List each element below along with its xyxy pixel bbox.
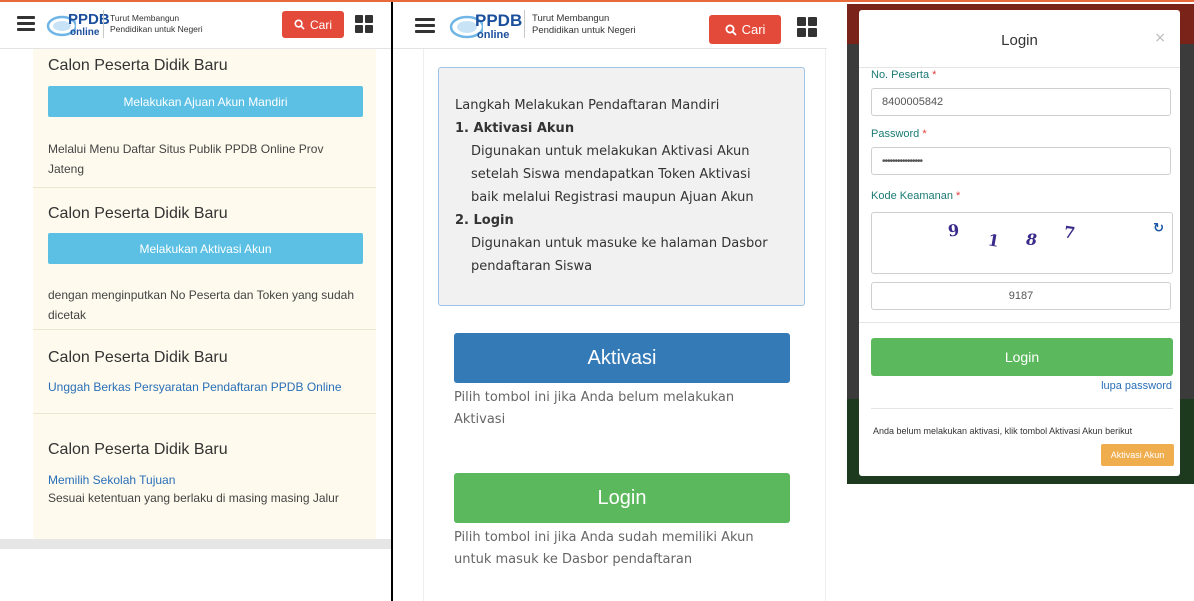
info-step2-text: pendaftaran Siswa [471, 259, 593, 274]
search-button-label: Cari [741, 22, 766, 37]
tagline-line2: Pendidikan untuk Negeri [110, 23, 203, 34]
captcha-image: 9 1 8 7 ↻ [871, 212, 1173, 274]
header-divider [103, 10, 104, 38]
aktivasi-hint-line2: Aktivasi [454, 412, 506, 427]
hamburger-icon[interactable] [415, 18, 435, 33]
step-card-title: Calon Peserta Didik Baru [48, 349, 228, 366]
step-card-text: Melalui Menu Daftar Situs Publik PPDB On… [48, 142, 324, 176]
header-tagline: Turut Membangun Pendidikan untuk Negeri [110, 13, 203, 34]
step-card-text: dengan menginputkan No Peserta dan Token… [48, 288, 355, 322]
step-card: Calon Peserta Didik Baru Memilih Sekolah… [33, 413, 376, 539]
info-step2-title: 2. Login [455, 213, 514, 228]
modal-divider [871, 408, 1173, 409]
step-card-title: Calon Peserta Didik Baru [48, 57, 228, 74]
aktivasi-hint: Pilih tombol ini jika Anda belum melakuk… [454, 387, 784, 431]
password-input[interactable]: •••••••••••••••• [871, 147, 1171, 175]
modal-login-button[interactable]: Login [871, 338, 1173, 376]
search-button[interactable]: Cari [709, 15, 781, 44]
login-modal: Login × No. Peserta * 8400005842 Passwor… [859, 10, 1180, 476]
close-icon[interactable]: × [1154, 30, 1166, 46]
grid-icon[interactable] [355, 15, 373, 33]
captcha-digit: 1 [986, 230, 1001, 251]
magnifier-icon [725, 24, 737, 36]
modal-header-divider [859, 67, 1180, 68]
memilih-sekolah-link[interactable]: Memilih Sekolah Tujuan [48, 473, 175, 487]
password-label: Password * [871, 128, 927, 140]
search-button-label: Cari [309, 17, 332, 32]
info-step2-text: Digunakan untuk masuke ke halaman Dasbor [471, 236, 768, 251]
aktivasi-akun-button[interactable]: Aktivasi Akun [1101, 444, 1174, 466]
header-divider [524, 10, 525, 38]
grid-icon[interactable] [797, 17, 817, 37]
step-card-text: Sesuai ketentuan yang berlaku di masing … [48, 491, 339, 505]
info-step1-text: baik melalui Registrasi maupun Ajuan Aku… [471, 190, 754, 205]
aktivasi-hint-line1: Pilih tombol ini jika Anda belum melakuk… [454, 390, 735, 405]
info-step1-text: Digunakan untuk melakukan Aktivasi Akun [471, 144, 750, 159]
login-button[interactable]: Login [454, 473, 790, 523]
aktivasi-note: Anda belum melakukan aktivasi, klik tomb… [873, 426, 1133, 436]
magnifier-icon [294, 19, 305, 30]
steps-list: Calon Peserta Didik Baru Melakukan Ajuan… [33, 49, 376, 539]
step-card: Calon Peserta Didik Baru Melakukan Ajuan… [33, 49, 376, 188]
logo-text: PPDB [475, 11, 523, 30]
hamburger-icon[interactable] [17, 16, 35, 31]
captcha-input[interactable]: 9187 [871, 282, 1171, 310]
panel-login-modal: Login × No. Peserta * 8400005842 Passwor… [847, 4, 1194, 484]
panel-info-steps: PPDB online Turut Membangun Pendidikan u… [0, 2, 393, 601]
login-hint-line1: Pilih tombol ini jika Anda sudah memilik… [454, 530, 754, 545]
tagline-line2: Pendidikan untuk Negeri [532, 24, 636, 36]
ajuan-akun-button[interactable]: Melakukan Ajuan Akun Mandiri [48, 86, 363, 117]
captcha-digit: 9 [947, 220, 961, 241]
info-heading: Langkah Melakukan Pendaftaran Mandiri [455, 98, 720, 113]
registration-content: Langkah Melakukan Pendaftaran Mandiri 1.… [423, 49, 826, 601]
footer-strip [0, 539, 391, 549]
logo-subtext: online [477, 29, 510, 41]
kode-keamanan-label: Kode Keamanan * [871, 190, 961, 202]
app-header: PPDB online Turut Membangun Pendidikan u… [0, 2, 391, 49]
login-hint-line2: untuk masuk ke Dasbor pendaftaran [454, 552, 693, 567]
aktivasi-button[interactable]: Aktivasi [454, 333, 790, 383]
modal-title: Login [1001, 32, 1038, 49]
refresh-icon[interactable]: ↻ [1153, 221, 1164, 236]
panel-registration-options: PPDB online Turut Membangun Pendidikan u… [393, 2, 827, 601]
captcha-digit: 7 [1062, 222, 1077, 243]
step-card: Calon Peserta Didik Baru Melakukan Aktiv… [33, 187, 376, 330]
step-card: Calon Peserta Didik Baru Unggah Berkas P… [33, 329, 376, 414]
tagline-line1: Turut Membangun [532, 13, 610, 24]
header-tagline: Turut Membangun Pendidikan untuk Negeri [532, 13, 636, 37]
step-card-title: Calon Peserta Didik Baru [48, 441, 228, 458]
logo-subtext: online [70, 27, 100, 38]
step-card-title: Calon Peserta Didik Baru [48, 205, 228, 222]
modal-divider [859, 322, 1180, 323]
lupa-password-link[interactable]: lupa password [1101, 380, 1172, 392]
info-step1-text: setelah Siswa mendapatkan Token Aktivasi [471, 167, 751, 182]
captcha-digit: 8 [1026, 230, 1038, 249]
unggah-berkas-link[interactable]: Unggah Berkas Persyaratan Pendaftaran PP… [48, 380, 342, 394]
info-step1-title: 1. Aktivasi Akun [455, 121, 575, 136]
login-hint: Pilih tombol ini jika Anda sudah memilik… [454, 527, 784, 571]
aktivasi-akun-button[interactable]: Melakukan Aktivasi Akun [48, 233, 363, 264]
tagline-line1: Turut Membangun [110, 13, 180, 23]
search-button[interactable]: Cari [282, 11, 344, 38]
app-header: PPDB online Turut Membangun Pendidikan u… [393, 2, 827, 49]
no-peserta-label: No. Peserta * [871, 69, 937, 81]
no-peserta-input[interactable]: 8400005842 [871, 88, 1171, 116]
info-box: Langkah Melakukan Pendaftaran Mandiri 1.… [438, 67, 805, 306]
